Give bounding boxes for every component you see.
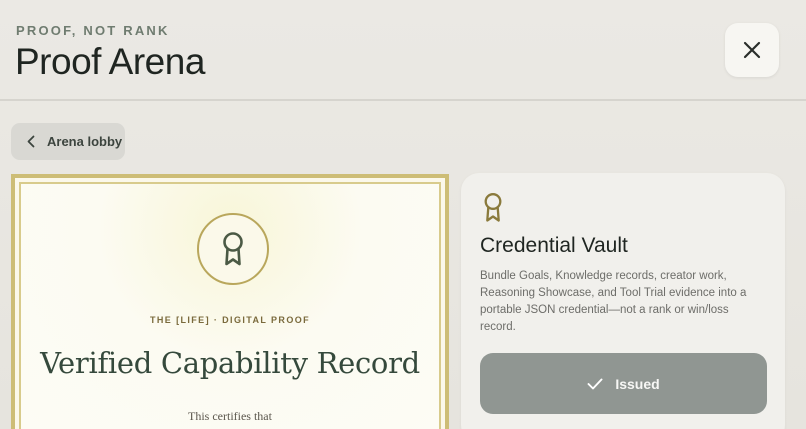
credential-vault-card: Credential Vault Bundle Goals, Knowledge…	[461, 173, 785, 429]
certificate-eyebrow: THE [LIFE] · DIGITAL PROOF	[149, 315, 311, 325]
page-header: PROOF, NOT RANK Proof Arena	[0, 0, 806, 100]
certificate-medal	[197, 213, 269, 285]
page-eyebrow: PROOF, NOT RANK	[16, 23, 170, 38]
arena-lobby-label: Arena lobby	[47, 134, 123, 149]
certificate-inner: THE [LIFE] · DIGITAL PROOF Verified Capa…	[19, 182, 441, 429]
arena-lobby-button[interactable]: Arena lobby	[11, 123, 125, 160]
certificate-certifies-text: This certifies that	[188, 409, 272, 423]
page-title: Proof Arena	[15, 41, 205, 82]
close-icon	[743, 41, 761, 59]
header-divider	[0, 99, 806, 101]
checkmark-icon	[587, 378, 603, 389]
close-button[interactable]	[725, 23, 779, 77]
vault-icon-wrapper	[481, 192, 505, 228]
certificate-title: Verified Capability Record	[40, 346, 420, 380]
issued-button[interactable]: Issued	[480, 353, 767, 414]
issued-label: Issued	[615, 375, 660, 392]
award-ribbon-icon	[223, 232, 243, 266]
chevron-left-icon	[27, 135, 35, 148]
vault-description: Bundle Goals, Knowledge records, creator…	[480, 270, 747, 333]
vault-title: Credential Vault	[480, 234, 628, 257]
award-ribbon-icon	[484, 193, 502, 222]
capability-certificate: THE [LIFE] · DIGITAL PROOF Verified Capa…	[11, 174, 449, 429]
